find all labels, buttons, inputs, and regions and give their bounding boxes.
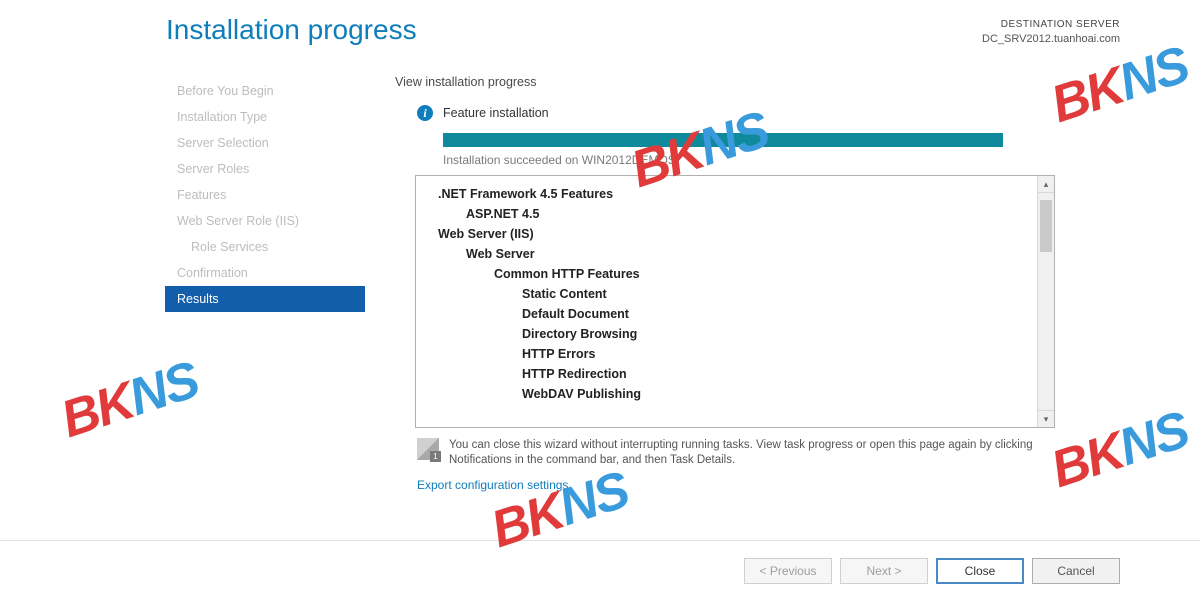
step-confirmation: Confirmation xyxy=(165,260,365,286)
step-web-server-role: Web Server Role (IIS) xyxy=(165,208,365,234)
destination-label: DESTINATION SERVER xyxy=(982,18,1120,32)
section-heading: View installation progress xyxy=(395,70,1055,99)
info-icon: i xyxy=(417,105,433,121)
feature-item: .NET Framework 4.5 Features xyxy=(438,184,1024,204)
main-content: View installation progress i Feature ins… xyxy=(395,70,1055,492)
step-features: Features xyxy=(165,182,365,208)
scroll-down-button[interactable]: ▾ xyxy=(1038,410,1054,427)
previous-button: < Previous xyxy=(744,558,832,584)
feature-list-box: .NET Framework 4.5 Features ASP.NET 4.5 … xyxy=(415,175,1055,428)
step-results[interactable]: Results xyxy=(165,286,365,312)
progress-bar-fill xyxy=(443,133,1003,147)
feature-list[interactable]: .NET Framework 4.5 Features ASP.NET 4.5 … xyxy=(416,176,1054,412)
feature-item: WebDAV Publishing xyxy=(438,384,1024,404)
step-installation-type: Installation Type xyxy=(165,104,365,130)
step-before-you-begin: Before You Begin xyxy=(165,78,365,104)
scroll-thumb[interactable] xyxy=(1040,200,1052,252)
destination-server: DESTINATION SERVER DC_SRV2012.tuanhoai.c… xyxy=(982,18,1120,46)
feature-item: HTTP Errors xyxy=(438,344,1024,364)
feature-item: ASP.NET 4.5 xyxy=(438,204,1024,224)
destination-value: DC_SRV2012.tuanhoai.com xyxy=(982,32,1120,46)
feature-item: Directory Browsing xyxy=(438,324,1024,344)
cancel-button[interactable]: Cancel xyxy=(1032,558,1120,584)
status-title: Feature installation xyxy=(443,106,549,120)
progress-bar-track xyxy=(443,133,1003,147)
step-server-roles: Server Roles xyxy=(165,156,365,182)
next-button: Next > xyxy=(840,558,928,584)
scrollbar[interactable]: ▴ ▾ xyxy=(1037,176,1054,427)
scroll-up-button[interactable]: ▴ xyxy=(1038,176,1054,193)
export-config-link[interactable]: Export configuration settings xyxy=(417,478,568,492)
step-server-selection: Server Selection xyxy=(165,130,365,156)
feature-item: Common HTTP Features xyxy=(438,264,1024,284)
note-row: You can close this wizard without interr… xyxy=(417,438,1057,468)
header: Installation progress DESTINATION SERVER… xyxy=(0,0,1200,70)
feature-item: Default Document xyxy=(438,304,1024,324)
wizard-window: Installation progress DESTINATION SERVER… xyxy=(0,0,1200,600)
flag-icon xyxy=(417,438,439,460)
body: Before You Begin Installation Type Serve… xyxy=(0,70,1200,540)
feature-item: Web Server xyxy=(438,244,1024,264)
feature-item: Web Server (IIS) xyxy=(438,224,1024,244)
note-text: You can close this wizard without interr… xyxy=(449,438,1057,468)
status-row: i Feature installation xyxy=(395,99,1055,127)
status-message: Installation succeeded on WIN2012DEMOS. xyxy=(443,153,1055,167)
wizard-steps-sidebar: Before You Begin Installation Type Serve… xyxy=(165,78,365,312)
step-role-services: Role Services xyxy=(165,234,365,260)
feature-item: Static Content xyxy=(438,284,1024,304)
feature-item: HTTP Redirection xyxy=(438,364,1024,384)
close-button[interactable]: Close xyxy=(936,558,1024,584)
footer: < Previous Next > Close Cancel xyxy=(0,540,1200,600)
